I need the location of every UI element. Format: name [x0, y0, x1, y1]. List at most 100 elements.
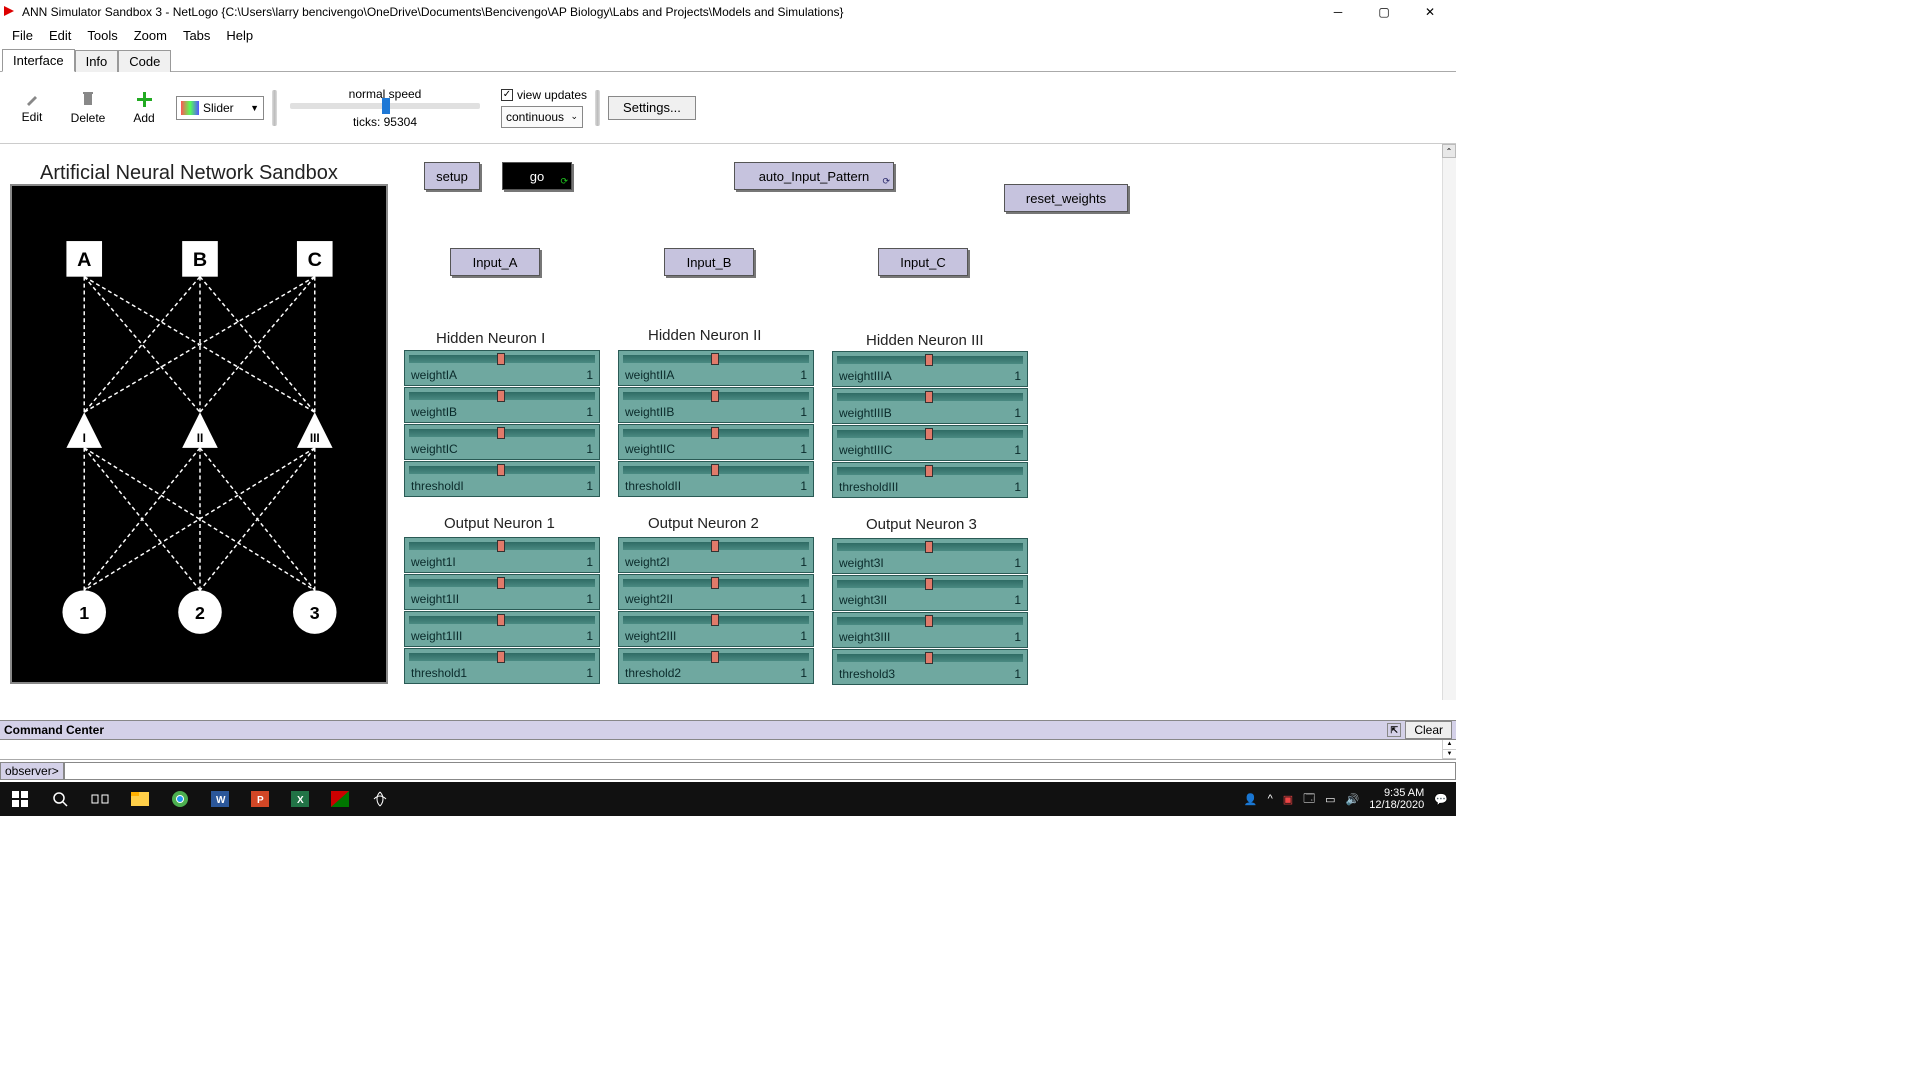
command-input[interactable] [64, 762, 1456, 780]
slider-thumb[interactable] [497, 614, 505, 626]
menu-help[interactable]: Help [218, 26, 261, 45]
delete-tool[interactable]: Delete [64, 81, 112, 135]
slider-thumb[interactable] [711, 577, 719, 589]
slider-weight3III[interactable]: weight3III1 [832, 612, 1028, 648]
slider-thumb[interactable] [711, 464, 719, 476]
tab-code[interactable]: Code [118, 50, 171, 72]
search-icon[interactable] [40, 782, 80, 816]
slider-weightIIIB[interactable]: weightIIIB1 [832, 388, 1028, 424]
menu-edit[interactable]: Edit [41, 26, 79, 45]
slider-weight1I[interactable]: weight1I1 [404, 537, 600, 573]
slider-threshold1[interactable]: threshold11 [404, 648, 600, 684]
slider-weight3II[interactable]: weight3II1 [832, 575, 1028, 611]
slider-thumb[interactable] [497, 390, 505, 402]
slider-thumb[interactable] [497, 427, 505, 439]
battery-icon[interactable]: 🗔 [1303, 790, 1315, 809]
file-explorer-icon[interactable] [120, 782, 160, 816]
slider-thumb[interactable] [925, 652, 933, 664]
menu-tabs[interactable]: Tabs [175, 26, 218, 45]
slider-weightIIC[interactable]: weightIIC1 [618, 424, 814, 460]
slider-weightIIIA[interactable]: weightIIIA1 [832, 351, 1028, 387]
widget-type-select[interactable]: Slider ▼ [176, 96, 264, 120]
slider-threshold3[interactable]: threshold31 [832, 649, 1028, 685]
popout-icon[interactable]: ⇱ [1387, 723, 1401, 737]
slider-weightIIA[interactable]: weightIIA1 [618, 350, 814, 386]
slider-weightIB[interactable]: weightIB1 [404, 387, 600, 423]
notifications-icon[interactable]: 💬 [1434, 793, 1448, 806]
maximize-button[interactable]: ▢ [1370, 2, 1398, 22]
slider-weight3I[interactable]: weight3I1 [832, 538, 1028, 574]
scroll-down-icon[interactable]: ▼ [1443, 750, 1456, 760]
go-button[interactable]: go⟳ [502, 162, 572, 190]
slider-thresholdIII[interactable]: thresholdIII1 [832, 462, 1028, 498]
settings-button[interactable]: Settings... [608, 96, 696, 120]
slider-thresholdI[interactable]: thresholdI1 [404, 461, 600, 497]
slider-weightIIB[interactable]: weightIIB1 [618, 387, 814, 423]
slider-thumb[interactable] [497, 540, 505, 552]
slider-thumb[interactable] [711, 427, 719, 439]
task-view-icon[interactable] [80, 782, 120, 816]
slider-threshold2[interactable]: threshold21 [618, 648, 814, 684]
minimize-button[interactable]: ─ [1324, 2, 1352, 22]
app-icon[interactable] [320, 782, 360, 816]
word-icon[interactable]: W [200, 782, 240, 816]
vertical-scrollbar[interactable] [1442, 144, 1456, 700]
slider-weight2III[interactable]: weight2III1 [618, 611, 814, 647]
close-button[interactable]: ✕ [1416, 2, 1444, 22]
reset-weights-button[interactable]: reset_weights [1004, 184, 1128, 212]
slider-weight2I[interactable]: weight2I1 [618, 537, 814, 573]
slider-thumb[interactable] [711, 651, 719, 663]
slider-thumb[interactable] [925, 354, 933, 366]
input-b-button[interactable]: Input_B [664, 248, 754, 276]
volume-icon[interactable]: 🔊 [1346, 793, 1360, 806]
slider-thumb[interactable] [711, 614, 719, 626]
input-c-button[interactable]: Input_C [878, 248, 968, 276]
slider-weightIA[interactable]: weightIA1 [404, 350, 600, 386]
menu-tools[interactable]: Tools [79, 26, 125, 45]
chrome-icon[interactable] [160, 782, 200, 816]
people-icon[interactable]: 👤 [1244, 793, 1258, 806]
acrobat-icon[interactable] [360, 782, 400, 816]
slider-thumb[interactable] [925, 391, 933, 403]
tab-info[interactable]: Info [75, 50, 119, 72]
slider-thumb[interactable] [497, 464, 505, 476]
slider-thumb[interactable] [497, 651, 505, 663]
powerpoint-icon[interactable]: P [240, 782, 280, 816]
slider-weightIC[interactable]: weightIC1 [404, 424, 600, 460]
slider-thumb[interactable] [711, 540, 719, 552]
edit-tool[interactable]: Edit [8, 81, 56, 135]
slider-thumb[interactable] [711, 390, 719, 402]
update-mode-select[interactable]: continuous ⌄ [501, 106, 583, 128]
observer-prompt[interactable]: observer> [0, 762, 64, 780]
scroll-up-button[interactable]: ⌃ [1442, 144, 1456, 158]
speed-slider[interactable] [290, 103, 480, 109]
world-view[interactable]: A B C IIIIII 123 [10, 184, 388, 684]
slider-thumb[interactable] [497, 353, 505, 365]
setup-button[interactable]: setup [424, 162, 480, 190]
excel-icon[interactable]: X [280, 782, 320, 816]
slider-weight1III[interactable]: weight1III1 [404, 611, 600, 647]
slider-thumb[interactable] [925, 578, 933, 590]
slider-thumb[interactable] [497, 577, 505, 589]
slider-weight2II[interactable]: weight2II1 [618, 574, 814, 610]
speed-thumb[interactable] [382, 98, 390, 114]
slider-thumb[interactable] [925, 428, 933, 440]
slider-thumb[interactable] [925, 541, 933, 553]
menu-file[interactable]: File [4, 26, 41, 45]
slider-weightIIIC[interactable]: weightIIIC1 [832, 425, 1028, 461]
tab-interface[interactable]: Interface [2, 49, 75, 72]
start-button[interactable] [0, 782, 40, 816]
security-icon[interactable]: ▣ [1283, 793, 1293, 806]
slider-thumb[interactable] [925, 465, 933, 477]
slider-thresholdII[interactable]: thresholdII1 [618, 461, 814, 497]
input-a-button[interactable]: Input_A [450, 248, 540, 276]
menu-zoom[interactable]: Zoom [126, 26, 175, 45]
slider-weight1II[interactable]: weight1II1 [404, 574, 600, 610]
clear-button[interactable]: Clear [1405, 721, 1452, 739]
tray-chevron-icon[interactable]: ^ [1268, 793, 1273, 805]
network-icon[interactable]: ▭ [1325, 793, 1335, 806]
slider-thumb[interactable] [925, 615, 933, 627]
slider-thumb[interactable] [711, 353, 719, 365]
clock[interactable]: 9:35 AM 12/18/2020 [1369, 787, 1424, 811]
auto-input-button[interactable]: auto_Input_Pattern⟳ [734, 162, 894, 190]
